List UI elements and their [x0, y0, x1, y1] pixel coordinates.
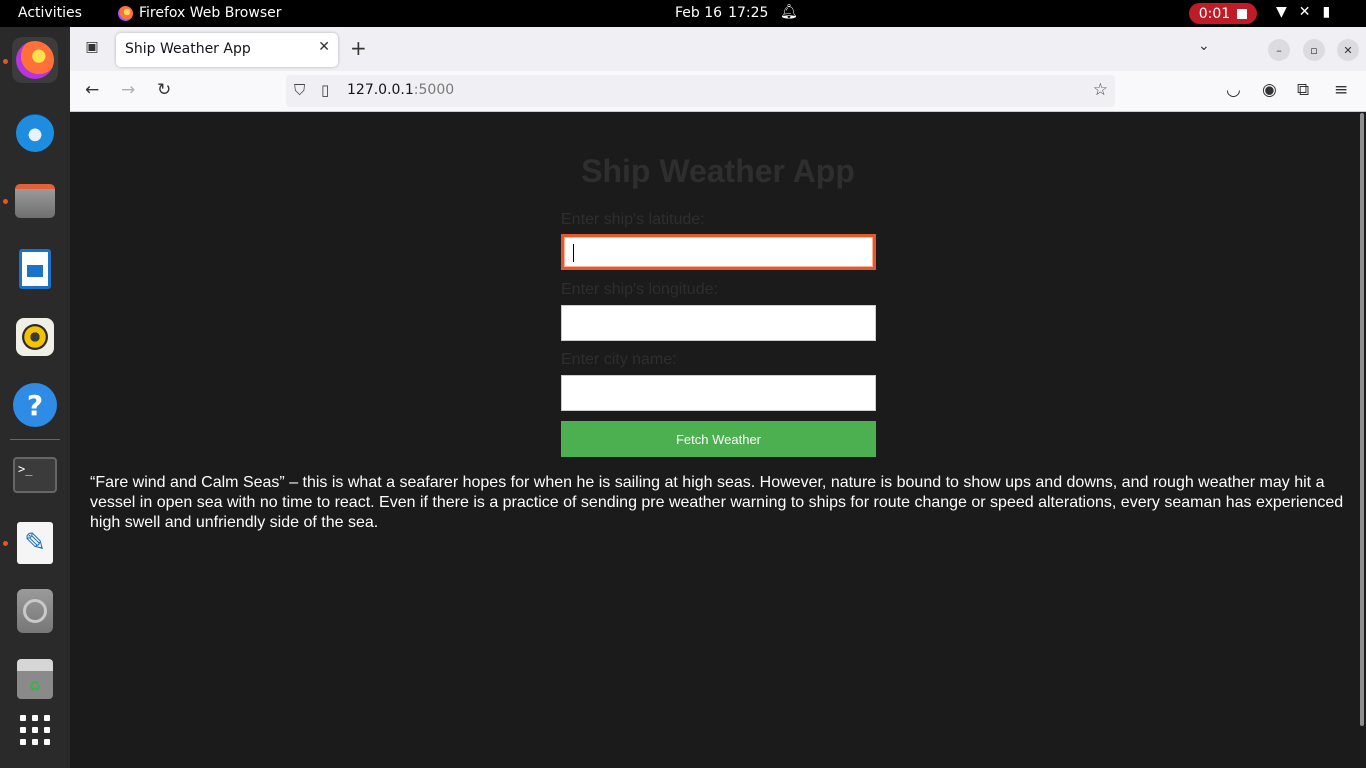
- dock: ? >_ ✎ ♻: [0, 27, 70, 768]
- page-scrollbar[interactable]: [1360, 113, 1364, 726]
- thunderbird-icon: [16, 114, 54, 152]
- notification-bell-icon: 🔔︎: [780, 4, 798, 20]
- forward-button[interactable]: →: [121, 80, 135, 100]
- firefox-window: ▣ Ship Weather App ✕ + ⌄ – ▫ ✕ ← → ↻ ⛉ ▯…: [70, 27, 1366, 768]
- firefox-icon: [16, 41, 54, 79]
- files-icon: [15, 184, 55, 218]
- longitude-input[interactable]: [561, 305, 876, 341]
- page-title: Ship Weather App: [581, 153, 855, 189]
- text-caret: [573, 244, 574, 262]
- recording-time: 0:01: [1198, 5, 1231, 22]
- maximize-button[interactable]: ▫: [1303, 39, 1325, 61]
- screen-recording-indicator[interactable]: 0:01: [1189, 3, 1257, 24]
- dock-firefox[interactable]: [12, 37, 58, 83]
- url-host: 127.0.0.1: [347, 82, 414, 98]
- tab-title: Ship Weather App: [125, 41, 251, 57]
- app-name: Firefox Web Browser: [139, 5, 282, 21]
- close-window-button[interactable]: ✕: [1337, 39, 1359, 61]
- tab-overflow-chevron-icon[interactable]: ⌄: [1198, 38, 1210, 54]
- volume-muted-icon: ✕: [1298, 4, 1311, 20]
- clock[interactable]: Feb 16 17:25: [675, 5, 768, 21]
- navigation-toolbar: ← → ↻ ⛉ ▯ 127.0.0.1:5000 ☆ ◡ ◉ ⧉ ≡: [70, 71, 1366, 112]
- list-all-tabs-icon[interactable]: ▣: [82, 39, 102, 59]
- extensions-icon[interactable]: ⧉: [1297, 80, 1309, 100]
- page-info-icon[interactable]: ▯: [321, 81, 329, 99]
- app-menu[interactable]: Firefox Web Browser: [118, 5, 282, 21]
- url-text[interactable]: 127.0.0.1:5000: [347, 82, 454, 98]
- stop-recording-icon: [1237, 8, 1248, 19]
- text-editor-icon: ✎: [17, 522, 53, 564]
- running-indicator: [3, 541, 8, 546]
- battery-icon: ▮: [1322, 4, 1331, 20]
- city-input[interactable]: [561, 375, 876, 411]
- activities-button[interactable]: Activities: [18, 5, 82, 21]
- tab-bar: ▣ Ship Weather App ✕ + ⌄ – ▫ ✕: [70, 27, 1366, 71]
- app-menu-icon[interactable]: ≡: [1334, 80, 1348, 100]
- dock-terminal[interactable]: >_: [12, 452, 58, 498]
- help-icon: ?: [13, 383, 57, 427]
- terminal-icon: >_: [13, 457, 57, 493]
- running-indicator: [3, 59, 8, 64]
- new-tab-button[interactable]: +: [350, 36, 367, 60]
- wifi-icon: ▼: [1276, 4, 1287, 20]
- system-top-bar: Activities Firefox Web Browser Feb 16 17…: [0, 0, 1366, 27]
- minimize-button[interactable]: –: [1268, 39, 1290, 61]
- disks-icon: [17, 589, 53, 633]
- fetch-weather-button[interactable]: Fetch Weather: [561, 421, 876, 457]
- dock-thunderbird[interactable]: [12, 110, 58, 156]
- account-icon[interactable]: ◉: [1262, 80, 1277, 100]
- intro-paragraph: “Fare wind and Calm Seas” – this is what…: [90, 474, 1344, 531]
- tracking-protection-shield-icon[interactable]: ⛉: [294, 81, 305, 99]
- dock-libreoffice-impress[interactable]: [12, 246, 58, 292]
- system-tray[interactable]: ▼ ✕ ▮: [1276, 4, 1330, 20]
- tab-ship-weather-app[interactable]: Ship Weather App ✕: [116, 33, 338, 67]
- web-page: Ship Weather App Enter ship's latitude: …: [70, 113, 1366, 768]
- impress-icon: [19, 249, 51, 289]
- rhythmbox-icon: [16, 318, 54, 356]
- show-apps-button[interactable]: [12, 707, 58, 753]
- back-button[interactable]: ←: [85, 80, 99, 100]
- clock-time: 17:25: [728, 5, 769, 21]
- address-bar[interactable]: ⛉ ▯ 127.0.0.1:5000 ☆: [286, 75, 1115, 107]
- latitude-input[interactable]: [561, 234, 876, 270]
- trash-icon: ♻: [17, 659, 53, 699]
- dock-disks[interactable]: [12, 588, 58, 634]
- firefox-icon: [118, 5, 133, 21]
- app-grid-icon: [20, 715, 50, 745]
- url-port: :5000: [413, 82, 455, 98]
- running-indicator: [3, 199, 8, 204]
- dock-text-editor[interactable]: ✎: [12, 520, 58, 566]
- dock-help[interactable]: ?: [12, 382, 58, 428]
- dock-separator: [10, 439, 60, 440]
- dock-trash[interactable]: ♻: [12, 656, 58, 702]
- city-label: Enter city name:: [561, 351, 677, 368]
- pocket-icon[interactable]: ◡: [1226, 80, 1241, 100]
- latitude-label: Enter ship's latitude:: [561, 211, 705, 228]
- longitude-label: Enter ship's longitude:: [561, 281, 718, 298]
- clock-date: Feb 16: [675, 5, 723, 21]
- close-tab-icon[interactable]: ✕: [318, 39, 330, 55]
- dock-rhythmbox[interactable]: [12, 314, 58, 360]
- reload-button[interactable]: ↻: [157, 80, 171, 100]
- bookmark-star-icon[interactable]: ☆: [1093, 80, 1108, 100]
- dock-files[interactable]: [12, 178, 58, 224]
